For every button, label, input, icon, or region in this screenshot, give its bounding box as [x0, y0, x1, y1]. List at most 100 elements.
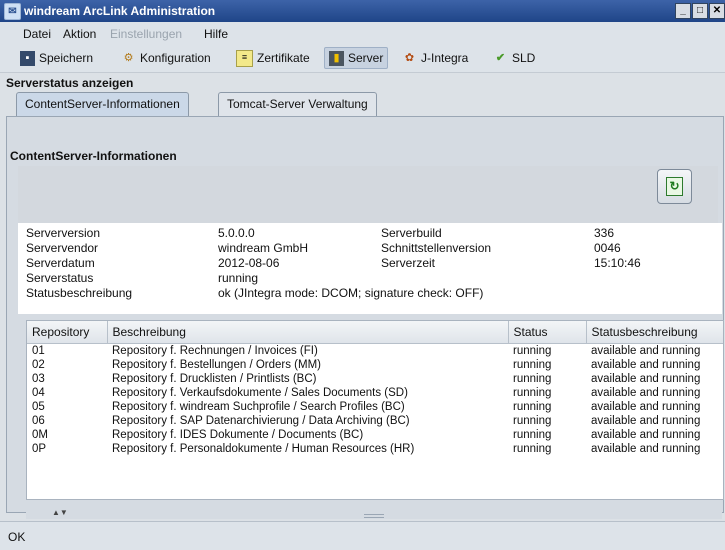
- menu-datei[interactable]: Datei: [23, 27, 51, 41]
- description-cell: Repository f. Verkaufsdokumente / Sales …: [112, 387, 408, 399]
- close-button[interactable]: ✕: [709, 3, 725, 19]
- description-cell: Repository f. SAP Datenarchivierung / Da…: [112, 415, 410, 427]
- status-description-cell: available and running: [591, 415, 701, 427]
- j-integra-label: J-Integra: [421, 51, 469, 65]
- sld-button[interactable]: ✔ SLD: [489, 48, 539, 68]
- splitter-handle[interactable]: ▲▼: [26, 508, 722, 519]
- repository-cell: 03: [32, 373, 45, 385]
- column-header-statusbeschreibung[interactable]: Statusbeschreibung: [586, 321, 723, 344]
- repository-cell: 0P: [32, 443, 47, 455]
- sld-label: SLD: [512, 51, 536, 65]
- schnittstellenversion-label: Schnittstellenversion: [381, 241, 492, 255]
- j-integra-icon: ✿: [404, 51, 415, 64]
- column-header-repository[interactable]: Repository: [27, 321, 108, 344]
- splitter-arrows-icon[interactable]: ▲▼: [52, 508, 68, 517]
- menu-aktion[interactable]: Aktion: [63, 27, 96, 41]
- tab-tomcat-server[interactable]: Tomcat-Server Verwaltung: [218, 92, 377, 116]
- status-description-cell: available and running: [591, 345, 701, 357]
- column-header-beschreibung[interactable]: Beschreibung: [107, 321, 509, 344]
- status-cell: running: [513, 429, 552, 441]
- minimize-button[interactable]: _: [675, 3, 691, 19]
- status-description-cell: available and running: [591, 359, 701, 371]
- floppy-disk-icon: ▪: [20, 50, 35, 66]
- description-cell: Repository f. Drucklisten / Printlists (…: [112, 373, 317, 385]
- checkmark-icon: ✔: [495, 51, 506, 64]
- status-cell: running: [513, 359, 552, 371]
- info-header-area: [18, 166, 718, 223]
- table-row[interactable]: 05 Repository f. windream Suchprofile / S…: [27, 400, 723, 414]
- status-text: OK: [8, 530, 26, 544]
- repository-table: Repository Beschreibung Status Statusbes…: [26, 320, 724, 500]
- refresh-icon: ↻: [666, 177, 683, 196]
- repository-cell: 04: [32, 387, 45, 399]
- refresh-button[interactable]: ↻: [657, 169, 692, 204]
- app-icon: ✉: [4, 3, 21, 20]
- toolbar: ▪ Speichern ⚙ Konfiguration ≡ Zertifikat…: [0, 44, 725, 73]
- table-row[interactable]: 01 Repository f. Rechnungen / Invoices (F…: [27, 344, 723, 359]
- certificate-icon: ≡: [236, 49, 253, 67]
- serverbuild-value: 336: [594, 226, 615, 240]
- panel-title: ContentServer-Informationen: [10, 149, 177, 163]
- table-row[interactable]: 04 Repository f. Verkaufsdokumente / Sale…: [27, 386, 723, 400]
- repository-cell: 0M: [32, 429, 48, 441]
- table-row[interactable]: 0M Repository f. IDES Dokumente / Documen…: [27, 428, 723, 442]
- table-row[interactable]: 03 Repository f. Drucklisten / Printlists…: [27, 372, 723, 386]
- splitter-grip[interactable]: [364, 514, 384, 518]
- gear-icon: ⚙: [123, 51, 134, 64]
- status-description-cell: available and running: [591, 373, 701, 385]
- status-description-cell: available and running: [591, 429, 701, 441]
- status-description-cell: available and running: [591, 443, 701, 455]
- table-row[interactable]: 0P Repository f. Personaldokumente / Huma…: [27, 442, 723, 456]
- table-row[interactable]: 02 Repository f. Bestellungen / Orders (M…: [27, 358, 723, 372]
- description-cell: Repository f. windream Suchprofile / Sea…: [112, 401, 405, 413]
- schnittstellenversion-value: 0046: [594, 241, 621, 255]
- tab-contentserver-info[interactable]: ContentServer-Informationen: [16, 92, 189, 117]
- window-title: windream ArcLink Administration: [24, 4, 216, 18]
- maximize-button[interactable]: □: [692, 3, 708, 19]
- table-header-row: Repository Beschreibung Status Statusbes…: [27, 321, 723, 344]
- certificates-label: Zertifikate: [257, 51, 310, 65]
- server-label: Server: [348, 51, 384, 65]
- server-button[interactable]: ▮ Server: [324, 47, 389, 69]
- certificates-button[interactable]: ≡ Zertifikate: [232, 48, 314, 68]
- description-cell: Repository f. IDES Dokumente / Documents…: [112, 429, 364, 441]
- status-cell: running: [513, 415, 552, 427]
- window-titlebar[interactable]: ✉ windream ArcLink Administration _ □ ✕: [0, 0, 725, 22]
- status-bar: OK: [0, 521, 725, 550]
- configuration-button[interactable]: ⚙ Konfiguration: [117, 48, 215, 68]
- save-label: Speichern: [39, 51, 94, 65]
- serverzeit-value: 15:10:46: [594, 256, 641, 270]
- repository-cell: 05: [32, 401, 45, 413]
- statusbeschreibung-label: Statusbeschreibung: [26, 286, 133, 300]
- repository-cell: 06: [32, 415, 45, 427]
- description-cell: Repository f. Rechnungen / Invoices (FI): [112, 345, 318, 357]
- status-cell: running: [513, 401, 552, 413]
- serverstatus-value: running: [218, 271, 259, 285]
- status-cell: running: [513, 443, 552, 455]
- serverbuild-label: Serverbuild: [381, 226, 442, 240]
- serverversion-value: 5.0.0.0: [218, 226, 255, 240]
- column-header-status[interactable]: Status: [508, 321, 587, 344]
- servervendor-label: Servervendor: [26, 241, 99, 255]
- table-row[interactable]: 06 Repository f. SAP Datenarchivierung / …: [27, 414, 723, 428]
- configuration-label: Konfiguration: [140, 51, 211, 65]
- repository-cell: 01: [32, 345, 45, 357]
- status-cell: running: [513, 387, 552, 399]
- menu-hilfe[interactable]: Hilfe: [204, 27, 228, 41]
- status-cell: running: [513, 373, 552, 385]
- serverzeit-label: Serverzeit: [381, 256, 436, 270]
- save-button[interactable]: ▪ Speichern: [16, 48, 97, 68]
- description-cell: Repository f. Bestellungen / Orders (MM): [112, 359, 321, 371]
- j-integra-button[interactable]: ✿ J-Integra: [398, 48, 472, 68]
- status-description-cell: available and running: [591, 401, 701, 413]
- server-icon: ▮: [329, 50, 344, 66]
- menu-einstellungen[interactable]: Einstellungen: [110, 27, 182, 41]
- menu-bar: Datei Aktion Einstellungen Hilfe: [0, 22, 725, 44]
- status-cell: running: [513, 345, 552, 357]
- serverdatum-value: 2012-08-06: [218, 256, 280, 270]
- repository-cell: 02: [32, 359, 45, 371]
- serverdatum-label: Serverdatum: [26, 256, 95, 270]
- description-cell: Repository f. Personaldokumente / Human …: [112, 443, 415, 455]
- statusbeschreibung-value: ok (JIntegra mode: DCOM; signature check…: [218, 286, 484, 300]
- serverstatus-label: Serverstatus: [26, 271, 94, 285]
